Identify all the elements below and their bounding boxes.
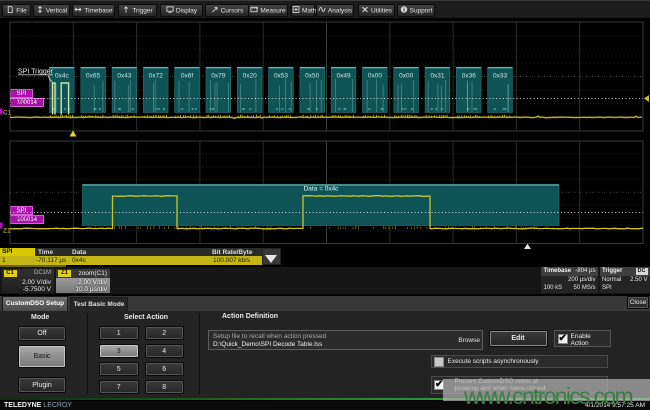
svg-text:0x72: 0x72 bbox=[149, 73, 163, 80]
svg-text:SPI Trigger: SPI Trigger bbox=[18, 69, 54, 76]
svg-text:Z1: Z1 bbox=[3, 228, 11, 235]
svg-text:0x79: 0x79 bbox=[211, 73, 225, 80]
svg-text:0x6f: 0x6f bbox=[181, 73, 193, 80]
svg-text:0x00: 0x00 bbox=[368, 73, 382, 80]
svg-text:0x53: 0x53 bbox=[274, 73, 288, 80]
svg-text:Data = 0x4c: Data = 0x4c bbox=[304, 186, 340, 193]
svg-text:0x33: 0x33 bbox=[493, 73, 507, 80]
svg-text:0x65: 0x65 bbox=[86, 73, 100, 80]
svg-text:0x00: 0x00 bbox=[399, 73, 413, 80]
svg-text:0x31: 0x31 bbox=[430, 73, 444, 80]
svg-text:0x20: 0x20 bbox=[243, 73, 257, 80]
svg-text:0x36: 0x36 bbox=[462, 73, 476, 80]
svg-text:0x50: 0x50 bbox=[305, 73, 319, 80]
svg-text:0x43: 0x43 bbox=[117, 73, 131, 80]
svg-text:0x4c: 0x4c bbox=[55, 73, 69, 80]
svg-text:C1: C1 bbox=[3, 110, 12, 117]
svg-text:0x49: 0x49 bbox=[337, 73, 351, 80]
